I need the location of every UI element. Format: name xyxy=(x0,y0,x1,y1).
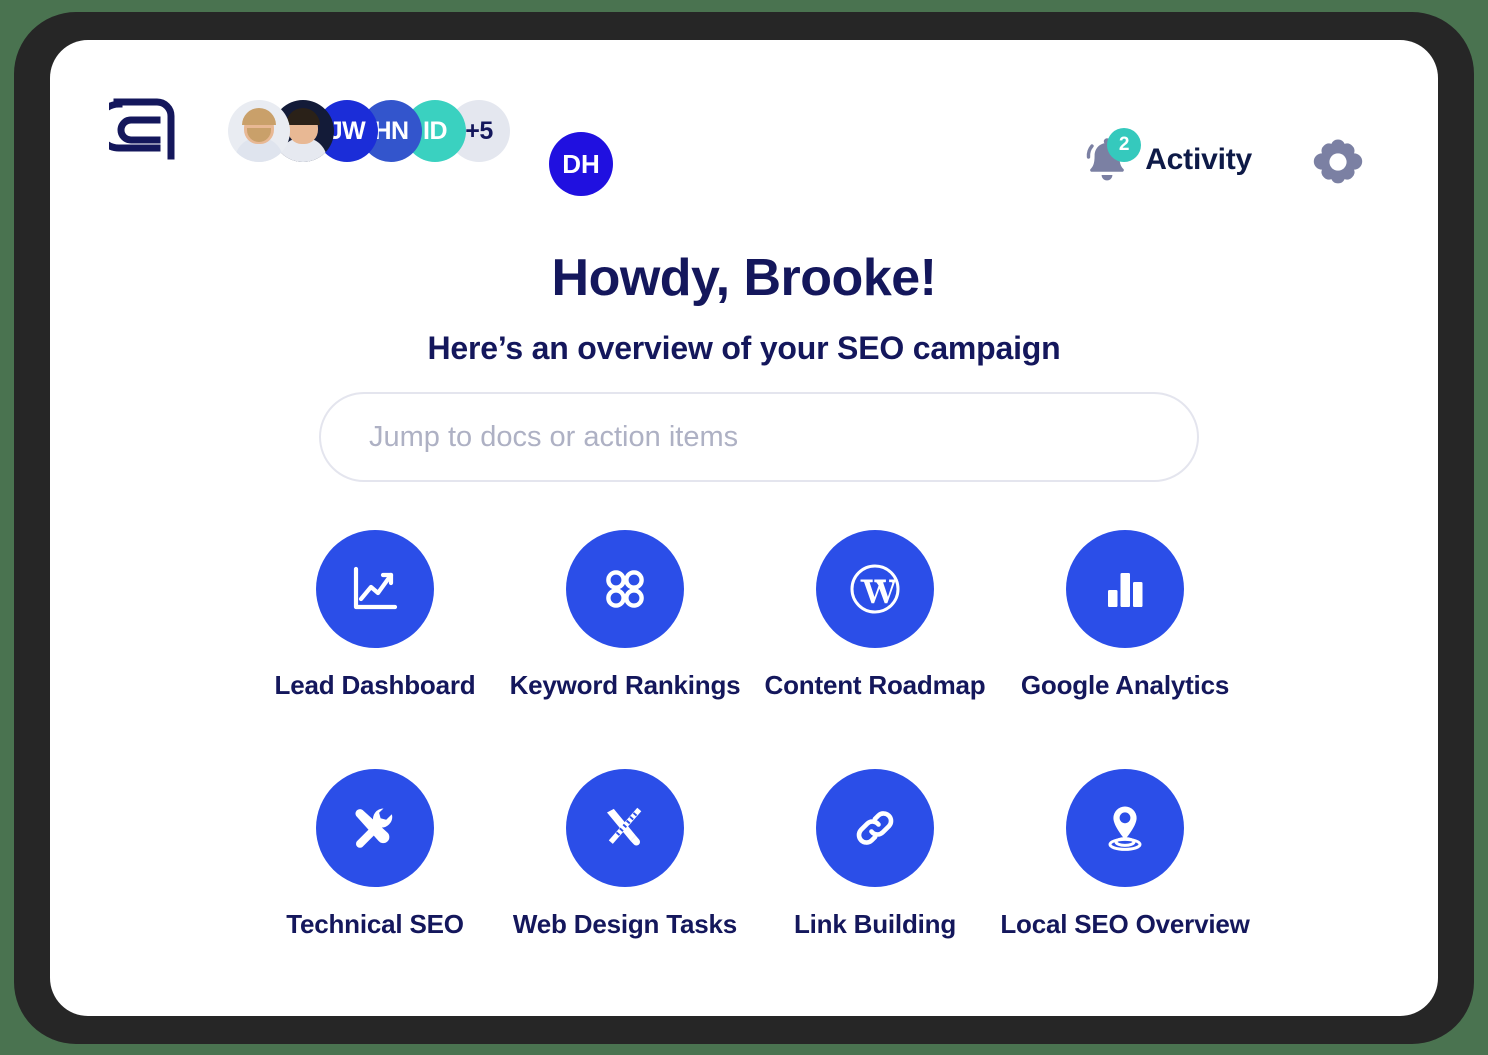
shortcut-grid: Lead Dashboard Keyword Rankings Content Ro… xyxy=(250,530,1250,940)
shortcut-label: Keyword Rankings xyxy=(509,670,741,700)
chain-link-icon[interactable] xyxy=(816,769,934,887)
current-user-avatar[interactable]: DH xyxy=(549,132,613,196)
shortcut-tile-content-roadmap[interactable]: Content Roadmap xyxy=(750,530,1000,701)
shortcut-tile-technical-seo[interactable]: Technical SEO xyxy=(250,769,500,940)
page-subtitle: Here’s an overview of your SEO campaign xyxy=(427,330,1061,366)
avatar-hair xyxy=(242,108,276,125)
shortcut-tile-link-building[interactable]: Link Building xyxy=(750,769,1000,940)
shortcut-label: Technical SEO xyxy=(286,909,464,939)
map-pin-icon[interactable] xyxy=(1066,769,1184,887)
shortcut-label: Web Design Tasks xyxy=(512,909,738,939)
shortcut-tile-keyword-rankings[interactable]: Keyword Rankings xyxy=(500,530,750,701)
page-title: Howdy, Brooke! xyxy=(551,249,937,307)
device-frame: JW HN ID +5 DH 2 Activity Howdy, Brooke!… xyxy=(14,12,1474,1044)
current-user-initials: DH xyxy=(562,148,600,179)
member-id-initials: ID xyxy=(423,116,448,145)
shortcut-tile-web-design-tasks[interactable]: Web Design Tasks xyxy=(500,769,750,940)
shortcut-label: Local SEO Overview xyxy=(1000,909,1250,939)
shortcut-tile-lead-dashboard[interactable]: Lead Dashboard xyxy=(250,530,500,701)
gear-icon[interactable] xyxy=(1312,136,1364,188)
notification-badge: 2 xyxy=(1107,128,1142,162)
app-screen: JW HN ID +5 DH 2 Activity Howdy, Brooke!… xyxy=(50,40,1438,1016)
bar-chart-icon[interactable] xyxy=(1066,530,1184,648)
activity-button[interactable]: 2 Activity xyxy=(1083,128,1252,186)
brand-logo-icon[interactable] xyxy=(93,92,181,164)
activity-label: Activity xyxy=(1145,143,1252,176)
four-circles-grid-icon[interactable] xyxy=(566,530,684,648)
avatar-hair xyxy=(286,108,320,125)
greeting-block: Howdy, Brooke! Here’s an overview of you… xyxy=(50,248,1438,367)
bell-icon[interactable]: 2 xyxy=(1083,128,1142,186)
line-chart-icon[interactable] xyxy=(316,530,434,648)
pencil-ruler-icon[interactable] xyxy=(566,769,684,887)
shortcut-label: Content Roadmap xyxy=(764,670,986,700)
app-header: JW HN ID +5 DH 2 Activity xyxy=(50,40,1438,196)
member-hn-initials: HN xyxy=(373,116,409,145)
wordpress-icon[interactable] xyxy=(816,530,934,648)
search-input[interactable] xyxy=(319,392,1199,482)
shortcut-label: Link Building xyxy=(793,909,957,939)
member-photo-1[interactable] xyxy=(228,100,290,162)
shortcut-label: Lead Dashboard xyxy=(274,670,476,700)
member-overflow-initials: +5 xyxy=(465,116,493,145)
shortcut-label: Google Analytics xyxy=(1020,670,1230,700)
shortcut-tile-google-analytics[interactable]: Google Analytics xyxy=(1000,530,1250,701)
tools-icon[interactable] xyxy=(316,769,434,887)
shortcut-tile-local-seo-overview[interactable]: Local SEO Overview xyxy=(1000,769,1250,940)
team-avatar-stack[interactable]: JW HN ID +5 xyxy=(228,98,510,164)
member-jw-initials: JW xyxy=(328,116,366,145)
